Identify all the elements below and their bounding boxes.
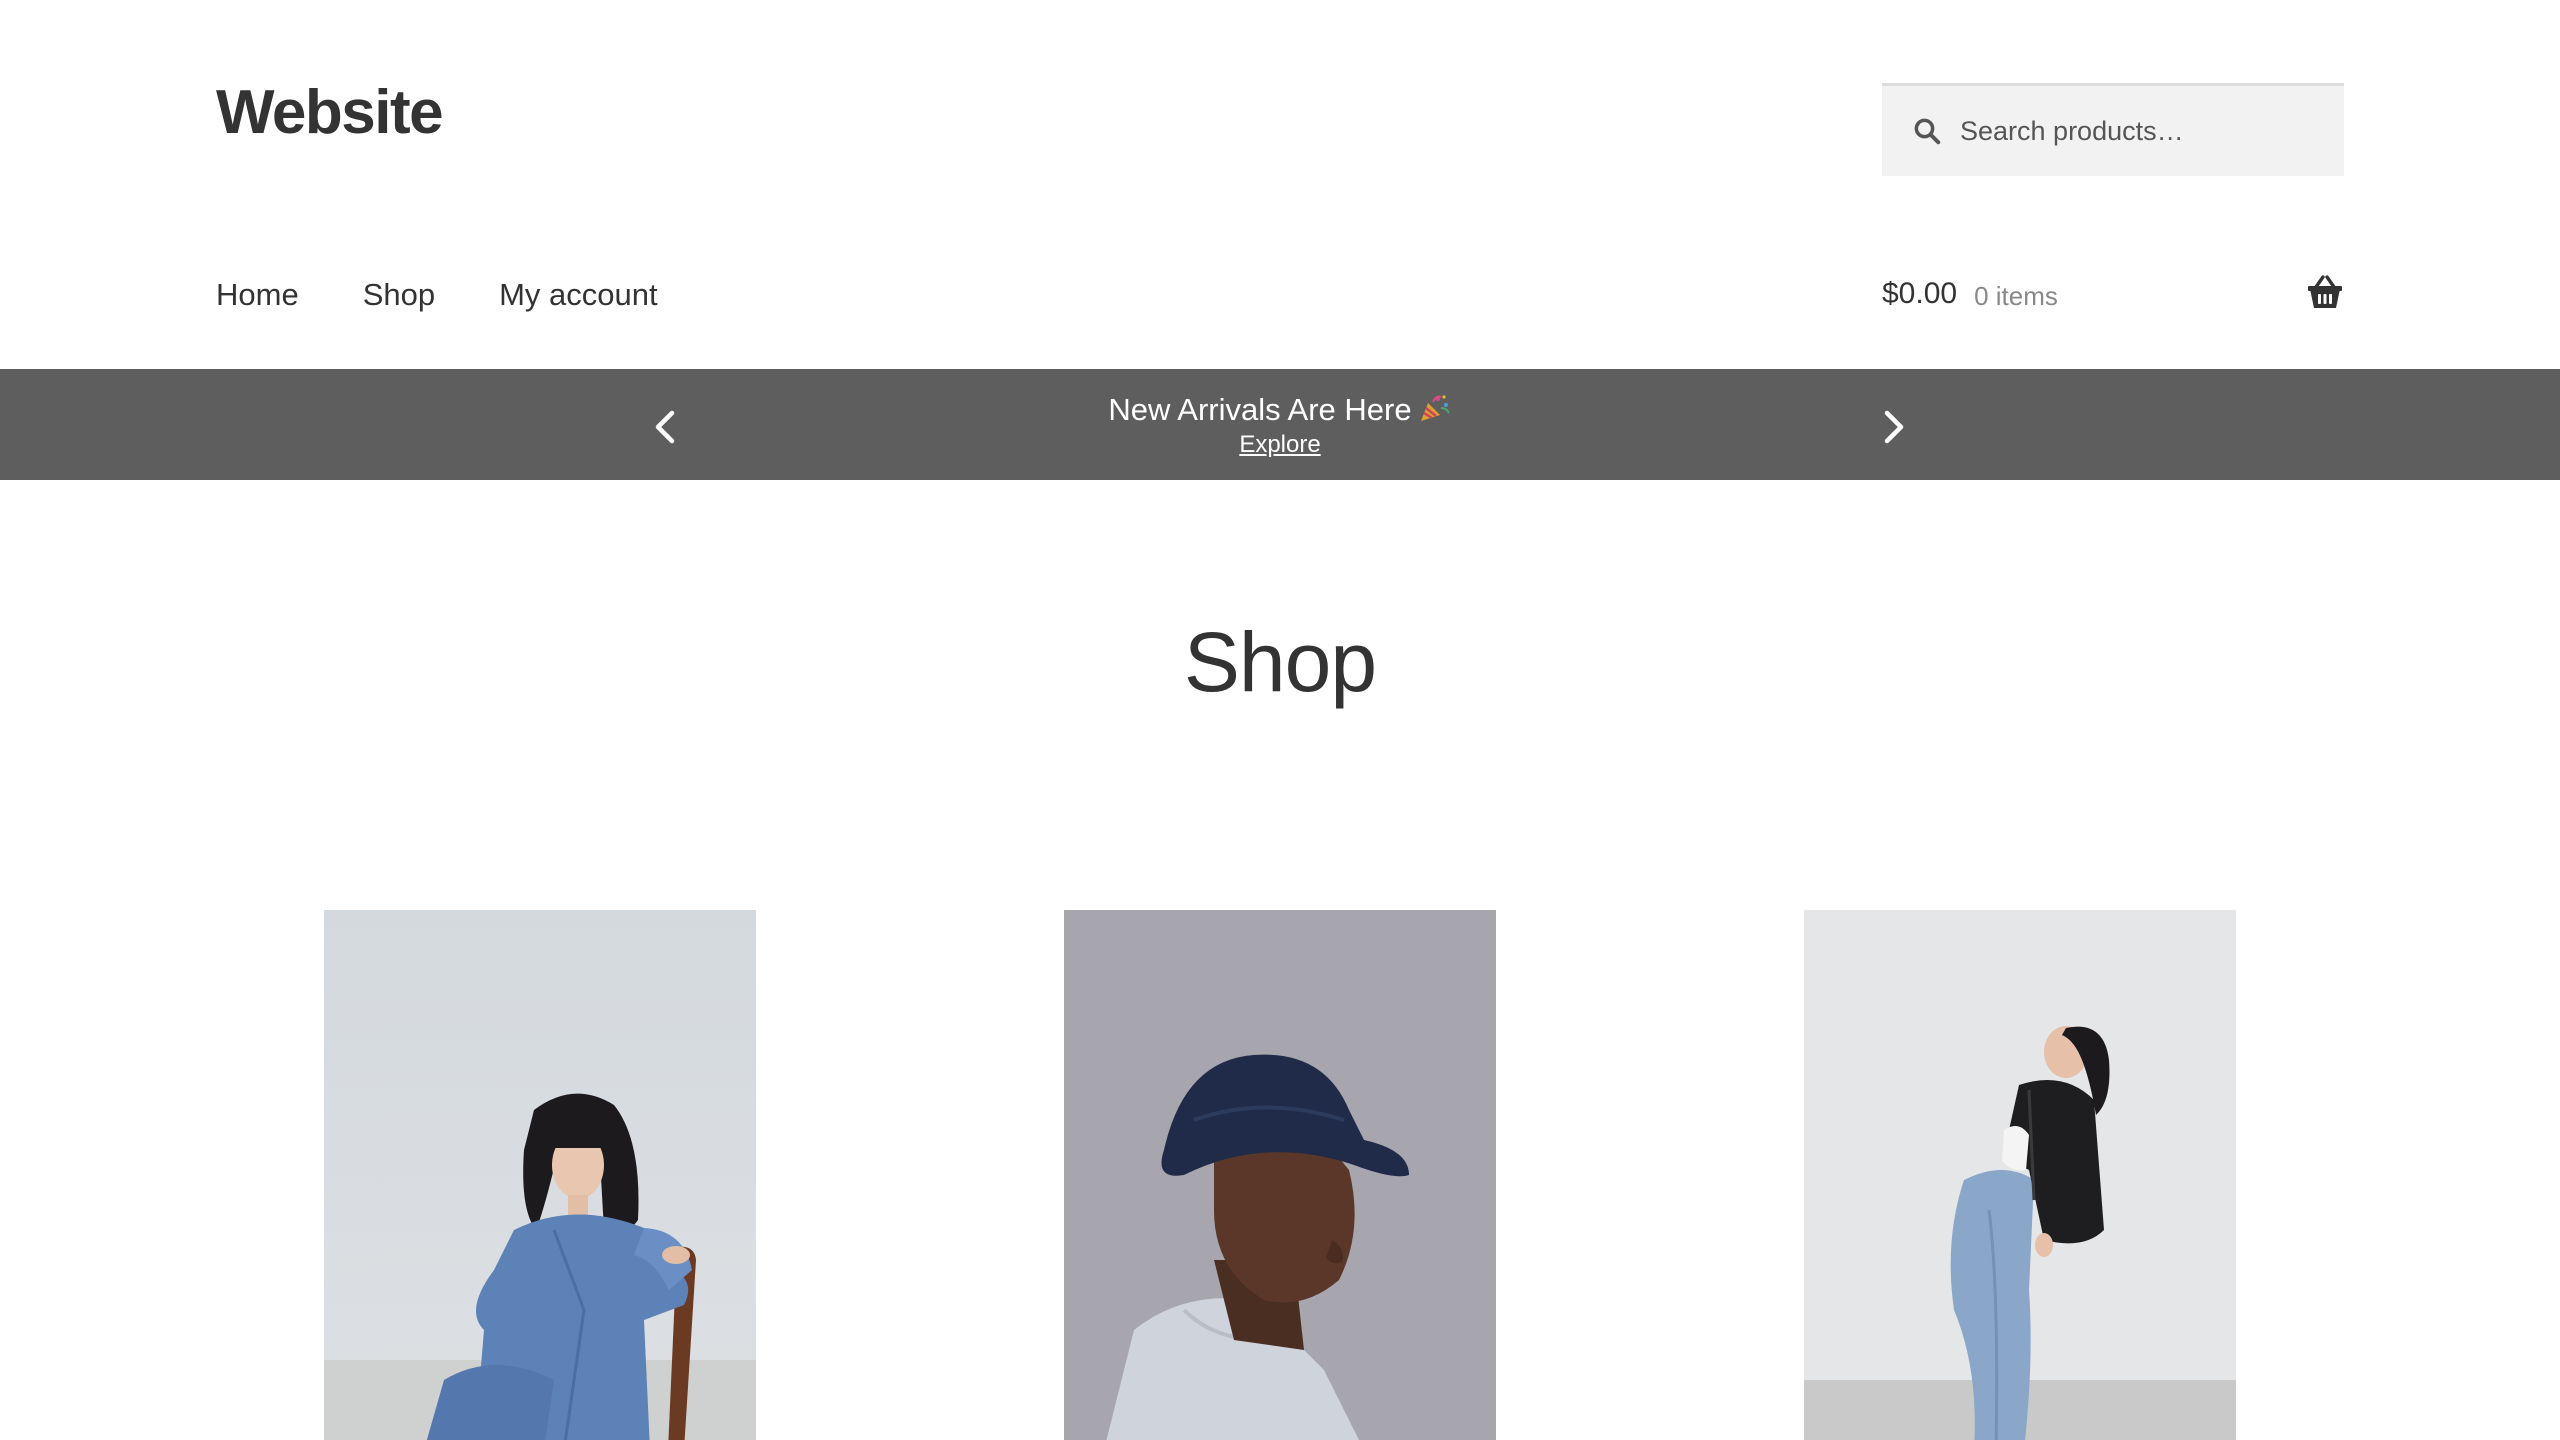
nav-item-shop[interactable]: Shop xyxy=(363,279,435,310)
cart-link[interactable]: $0.00 0 items xyxy=(1882,272,2344,316)
next-slide-button[interactable] xyxy=(1873,405,1913,449)
announcement-bar: New Arrivals Are Here Explore xyxy=(0,369,2560,480)
search-icon xyxy=(1914,118,1941,145)
page-title: Shop xyxy=(1183,615,1377,709)
search-box[interactable] xyxy=(1882,83,2344,176)
nav-item-home[interactable]: Home xyxy=(216,279,299,310)
product-card[interactable] xyxy=(324,910,756,1440)
chevron-right-icon xyxy=(1884,410,1904,444)
explore-link-wrapper: Explore xyxy=(0,431,2560,459)
cart-amount: $0.00 xyxy=(1882,277,1958,310)
woman-blue-outfit-chair-photo[interactable] xyxy=(324,910,756,1440)
search-input[interactable] xyxy=(1958,114,2338,148)
page: Website Home Shop My account $0.00 0 ite… xyxy=(0,0,2560,1440)
announcement-headline: New Arrivals Are Here xyxy=(0,391,2560,428)
site-title[interactable]: Website xyxy=(216,82,444,144)
basket-icon[interactable] xyxy=(2306,275,2344,311)
explore-link[interactable]: Explore xyxy=(1239,431,1320,458)
man-bucket-hat-photo[interactable] xyxy=(1064,910,1496,1440)
product-card[interactable] xyxy=(1064,910,1496,1440)
woman-black-jacket-jeans-photo[interactable] xyxy=(1804,910,2236,1440)
party-popper-icon xyxy=(1420,395,1450,421)
primary-navigation: Home Shop My account xyxy=(216,272,722,316)
announcement-text: New Arrivals Are Here xyxy=(1108,392,1412,427)
nav-item-my-account[interactable]: My account xyxy=(499,279,658,310)
cart-count: 0 items xyxy=(1974,280,2058,311)
product-card[interactable] xyxy=(1804,910,2236,1440)
